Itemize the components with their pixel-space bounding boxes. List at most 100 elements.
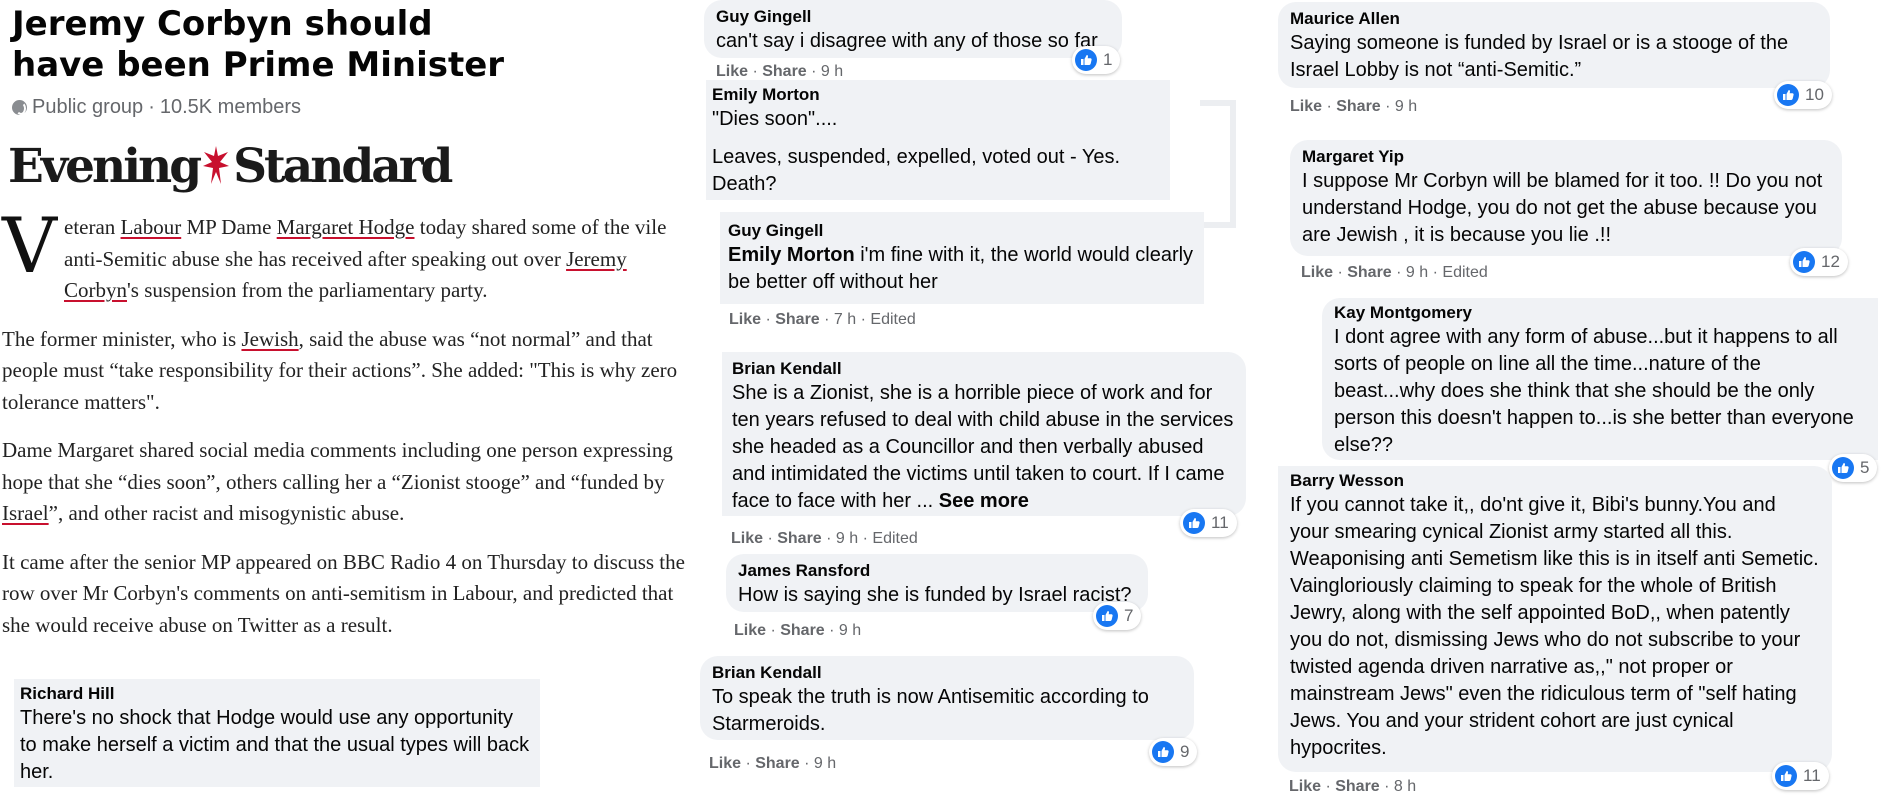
comment-text: She is a Zionist, she is a horrible piec… — [732, 382, 1234, 512]
share-action[interactable]: Share — [780, 622, 824, 639]
share-action[interactable]: Share — [762, 63, 806, 79]
share-action[interactable]: Share — [1335, 778, 1379, 795]
comment-actions: Like · Share · 7 h · Edited — [729, 311, 916, 328]
like-action[interactable]: Like — [734, 622, 766, 639]
group-title[interactable]: Jeremy Corbyn should have been Prime Min… — [12, 4, 532, 86]
reaction-count[interactable]: 11 — [1772, 762, 1829, 790]
comment-time[interactable]: 8 h — [1394, 778, 1416, 795]
comment-text: I dont agree with any form of abuse...bu… — [1334, 326, 1854, 456]
comment-richard-hill: Richard Hill There's no shock that Hodge… — [14, 679, 540, 787]
thumbs-up-icon — [1152, 741, 1174, 763]
thumbs-up-icon — [1775, 765, 1797, 787]
comment-author[interactable]: Richard Hill — [20, 683, 534, 705]
comment-brian-kendall-1: Brian Kendall She is a Zionist, she is a… — [722, 352, 1246, 516]
reaction-count[interactable]: 12 — [1790, 248, 1848, 276]
comment-emily-morton: Emily Morton "Dies soon".... Leaves, sus… — [706, 80, 1170, 200]
comment-text: can't say i disagree with any of those s… — [716, 30, 1098, 52]
like-action[interactable]: Like — [1289, 778, 1321, 795]
share-action[interactable]: Share — [755, 755, 799, 772]
comment-text: To speak the truth is now Antisemitic ac… — [712, 686, 1149, 735]
comment-text: Saying someone is funded by Israel or is… — [1290, 32, 1789, 81]
comment-author[interactable]: Barry Wesson — [1290, 470, 1820, 492]
like-action[interactable]: Like — [716, 63, 748, 79]
comment-author[interactable]: Guy Gingell — [716, 6, 1110, 28]
comment-author[interactable]: Margaret Yip — [1302, 146, 1830, 168]
comment-text: I suppose Mr Corbyn will be blamed for i… — [1302, 170, 1823, 246]
article-body: Veteran Labour MP Dame Margaret Hodge to… — [2, 201, 698, 658]
comment-author[interactable]: Kay Montgomery — [1334, 302, 1866, 324]
mention-emily-morton[interactable]: Emily Morton — [728, 244, 855, 266]
thumbs-up-icon — [1075, 49, 1097, 71]
comment-time[interactable]: 7 h — [834, 311, 856, 328]
comment-author[interactable]: Guy Gingell — [728, 220, 1196, 242]
group-privacy: Public group — [32, 96, 144, 118]
reaction-count[interactable]: 7 — [1093, 602, 1142, 630]
share-action[interactable]: Share — [777, 530, 821, 547]
article-paragraph-4: It came after the senior MP appeared on … — [2, 549, 685, 637]
like-action[interactable]: Like — [731, 530, 763, 547]
comment-time[interactable]: 9 h — [839, 622, 861, 639]
article-paragraph-3: Dame Margaret shared social media commen… — [2, 438, 673, 525]
reaction-count[interactable]: 1 — [1072, 46, 1121, 74]
comment-actions: Like · Share · 9 h · Edited — [731, 530, 918, 547]
article-paragraph-1: Veteran Labour MP Dame Margaret Hodge to… — [2, 201, 667, 303]
comment-author[interactable]: Emily Morton — [712, 84, 1164, 106]
edited-label: Edited — [1442, 264, 1488, 281]
article-link-israel[interactable]: Israel — [2, 501, 49, 525]
comment-time[interactable]: 9 h — [814, 755, 836, 772]
comment-author[interactable]: Brian Kendall — [712, 662, 1182, 684]
comment-actions: Like · Share · 9 h · Edited — [1301, 264, 1488, 281]
article-link-margaret-hodge[interactable]: Margaret Hodge — [277, 215, 415, 239]
comment-author[interactable]: James Ransford — [738, 560, 1136, 582]
thumbs-up-icon — [1096, 605, 1118, 627]
share-action[interactable]: Share — [1347, 264, 1391, 281]
thumbs-up-icon — [1777, 84, 1799, 106]
reaction-count[interactable]: 9 — [1149, 738, 1198, 766]
share-action[interactable]: Share — [775, 311, 819, 328]
see-more-link[interactable]: See more — [939, 490, 1029, 512]
comment-text: "Dies soon".... — [712, 108, 838, 130]
eagle-emblem-icon — [203, 146, 230, 184]
like-action[interactable]: Like — [709, 755, 741, 772]
comment-time[interactable]: 9 h — [1395, 98, 1417, 115]
reaction-count[interactable]: 5 — [1829, 454, 1878, 482]
comment-margaret-yip: Margaret Yip I suppose Mr Corbyn will be… — [1290, 140, 1842, 256]
comment-actions: Like · Share · 9 h — [709, 755, 837, 772]
comment-actions: Like · Share · 9 h — [1290, 98, 1418, 115]
share-action[interactable]: Share — [1336, 98, 1380, 115]
comment-time[interactable]: 9 h — [821, 63, 843, 79]
reaction-count[interactable]: 10 — [1774, 81, 1832, 109]
thumbs-up-icon — [1832, 457, 1854, 479]
like-action[interactable]: Like — [1290, 98, 1322, 115]
comment-guy-gingell-1: Guy Gingell can't say i disagree with an… — [704, 0, 1122, 58]
comment-text: There's no shock that Hodge would use an… — [20, 707, 530, 783]
drop-cap: V — [2, 201, 57, 290]
thumbs-up-icon — [1183, 512, 1205, 534]
article-link-jewish[interactable]: Jewish — [241, 327, 298, 351]
comment-actions: Like · Share · 9 h — [734, 622, 862, 639]
comment-guy-gingell-2: Guy Gingell Emily Morton i'm fine with i… — [720, 212, 1204, 304]
comment-actions: Like · Share · 8 h — [1289, 778, 1417, 795]
comment-brian-kendall-2: Brian Kendall To speak the truth is now … — [700, 656, 1194, 740]
article-link-labour[interactable]: Labour — [121, 215, 182, 239]
comment-text: If you cannot take it,, do'nt give it, B… — [1290, 494, 1819, 759]
comment-actions: Like · Share · 9 h — [716, 63, 844, 79]
group-members[interactable]: 10.5K members — [160, 96, 301, 119]
thumbs-up-icon — [1793, 251, 1815, 273]
edited-label: Edited — [872, 530, 918, 547]
comment-author[interactable]: Maurice Allen — [1290, 8, 1818, 30]
comment-maurice-allen: Maurice Allen Saying someone is funded b… — [1278, 2, 1830, 88]
comment-text: Leaves, suspended, expelled, voted out -… — [712, 146, 1121, 195]
group-meta: Public group · 10.5K members — [12, 96, 301, 119]
thread-line — [1200, 100, 1236, 228]
evening-standard-logo: Evening Standard — [8, 138, 453, 194]
comment-kay-montgomery: Kay Montgomery I dont agree with any for… — [1322, 298, 1878, 460]
comment-author[interactable]: Brian Kendall — [732, 358, 1236, 380]
edited-label: Edited — [870, 311, 916, 328]
like-action[interactable]: Like — [729, 311, 761, 328]
comment-time[interactable]: 9 h — [1406, 264, 1428, 281]
article-paragraph-2: The former minister, who is Jewish, said… — [2, 326, 678, 414]
reaction-count[interactable]: 11 — [1180, 509, 1237, 537]
comment-time[interactable]: 9 h — [836, 530, 858, 547]
like-action[interactable]: Like — [1301, 264, 1333, 281]
